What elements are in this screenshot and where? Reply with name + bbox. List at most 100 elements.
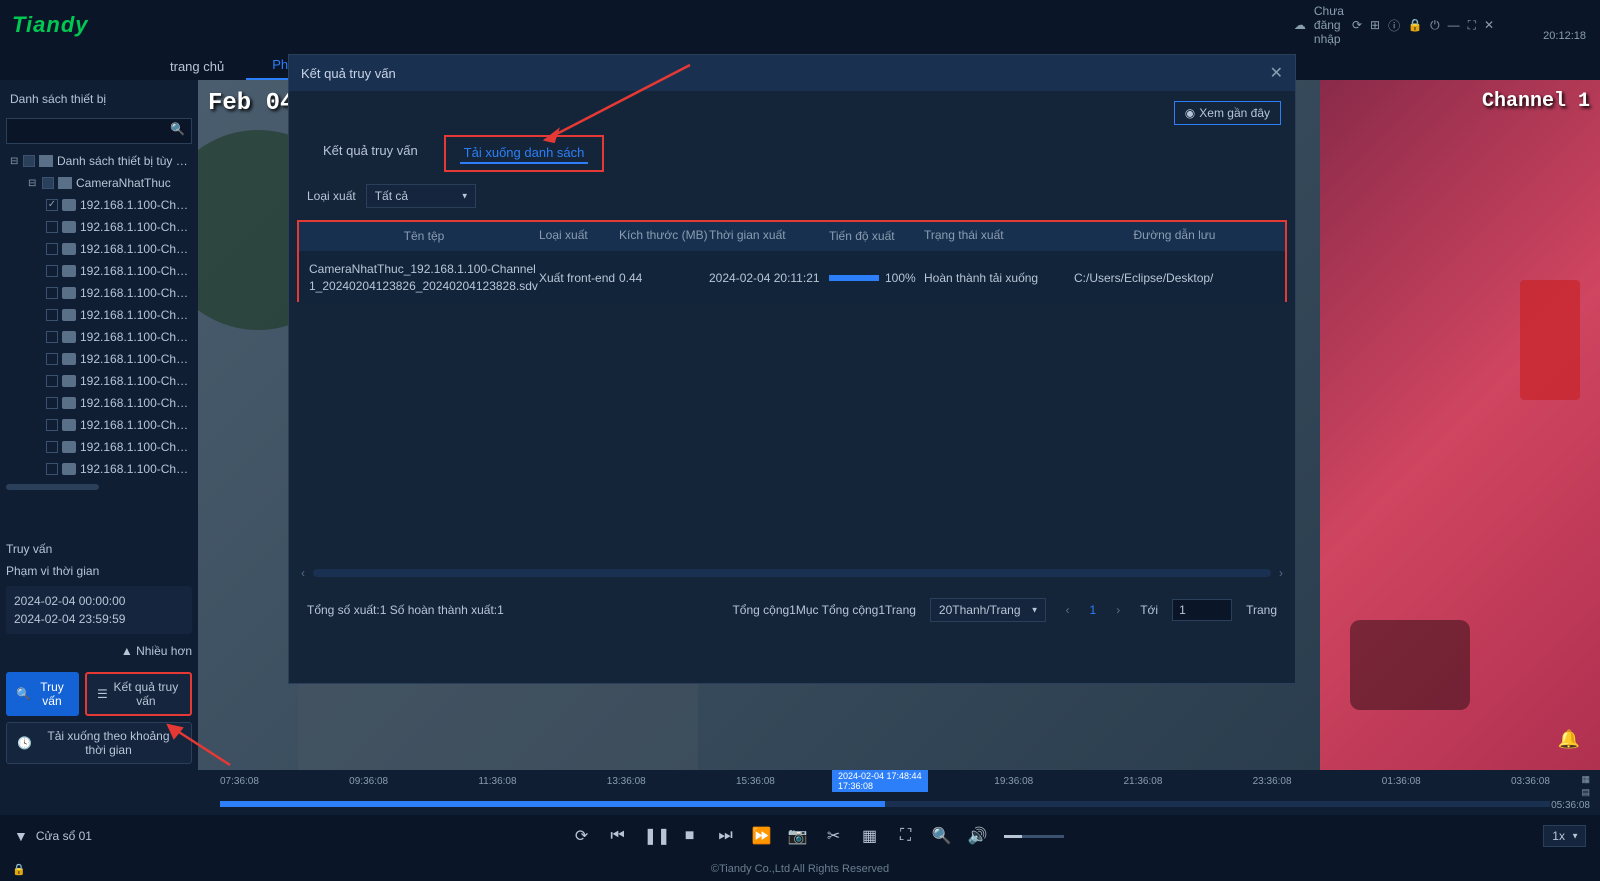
modal-header: Kết quả truy vấn ✕ [289,55,1295,91]
power-icon[interactable]: ⏻ [1430,18,1440,32]
chevron-down-icon: ▼ [461,192,469,201]
tree-channel[interactable]: 192.168.1.100-Channel [6,282,192,304]
info-icon[interactable]: ⓘ [1388,18,1400,32]
tab-home[interactable]: trang chủ [150,53,244,80]
login-status-text: Chưa đăng nhập [1314,4,1344,46]
tree-channel[interactable]: 192.168.1.100-Channel [6,260,192,282]
chevron-down-icon[interactable]: ⊟ [28,178,38,189]
tree-channel[interactable]: 192.168.1.100-Channel [6,348,192,370]
close-icon[interactable]: ✕ [1270,63,1283,83]
snapshot-icon[interactable]: 📷 [788,826,808,846]
tree-channel[interactable]: 192.168.1.100-Channel [6,216,192,238]
tab-query-results[interactable]: Kết quả truy vấn [307,135,434,172]
tree-channel[interactable]: 192.168.1.100-Channel [6,326,192,348]
tree-checkbox[interactable] [46,419,58,431]
zoom-icon[interactable]: 🔍 [932,826,952,846]
recent-button[interactable]: ◉Xem gần đây [1174,101,1281,125]
fullscreen-icon[interactable]: ⛶ [896,827,916,845]
current-page[interactable]: 1 [1090,603,1097,617]
bell-icon[interactable]: 🔔 [1558,729,1580,750]
tree-group[interactable]: ⊟ CameraNhatThuc [6,172,192,194]
refresh-icon[interactable]: ⟳ [572,826,592,846]
timeline-marker[interactable]: 2024-02-04 17:48:44 17:36:08 [832,770,928,792]
search-input[interactable] [6,118,192,144]
scrollbar-horizontal[interactable] [6,484,99,490]
scroll-left-icon[interactable]: ‹ [301,566,305,580]
chevron-down-icon[interactable]: ⊟ [10,156,19,167]
speed-select[interactable]: 1x▼ [1543,825,1586,847]
tree-checkbox[interactable] [46,221,58,233]
modal-title: Kết quả truy vấn [301,66,396,81]
scroll-right-icon[interactable]: › [1279,566,1283,580]
screen-icon[interactable]: ⊞ [1370,18,1380,32]
tree-checkbox[interactable] [46,463,58,475]
next-page-icon[interactable]: › [1110,603,1126,617]
tree-checkbox[interactable] [46,265,58,277]
tree-checkbox[interactable] [46,243,58,255]
channel-label: 192.168.1.100-Channel [80,352,190,366]
maximize-icon[interactable]: ⛶ [1468,18,1476,32]
tree-channel[interactable]: 192.168.1.100-Channel [6,238,192,260]
tree-channel[interactable]: 192.168.1.100-Channel [6,304,192,326]
camera-icon [62,243,76,255]
tree-checkbox[interactable] [46,375,58,387]
download-range-button[interactable]: 🕓Tải xuống theo khoảng thời gian [6,722,192,764]
video-pane-right[interactable]: Channel 1 🔔 [1320,80,1600,770]
volume-icon[interactable]: 🔊 [968,826,988,846]
tree-channel[interactable]: 192.168.1.100-Channel [6,392,192,414]
results-button[interactable]: ☰Kết quả truy vấn [85,672,192,716]
sync-icon[interactable]: ⟳ [1352,18,1362,32]
pause-icon[interactable]: ❚❚ [644,826,664,846]
scroll-track[interactable] [313,569,1271,577]
timeline-track[interactable] [220,801,1550,807]
tree-root[interactable]: ⊟ Danh sách thiết bị tùy chỉnh [6,150,192,172]
tree-checkbox[interactable] [23,155,35,167]
tree-channel[interactable]: 192.168.1.100-Channel [6,414,192,436]
list-icon: ☰ [97,687,108,701]
tree-checkbox[interactable] [46,199,58,211]
lock-small-icon: 🔒 [12,863,26,876]
minimize-icon[interactable]: — [1448,18,1460,32]
fast-fwd-icon[interactable]: ⏩ [752,826,772,846]
grid-icon[interactable]: ▦ [860,826,880,846]
stop-icon[interactable]: ■ [680,827,700,845]
tree-channel[interactable]: 192.168.1.100-Channel [6,194,192,216]
grid2-icon[interactable]: ▤ [1581,787,1590,798]
tree-channel[interactable]: 192.168.1.100-Channel [6,458,192,480]
sidebar: Danh sách thiết bị 🔍 ⊟ Danh sách thiết b… [0,80,198,770]
goto-page-input[interactable] [1172,599,1232,621]
volume-slider[interactable] [1004,835,1064,838]
tree-channel[interactable]: 192.168.1.100-Channel [6,370,192,392]
tree-channel[interactable]: 192.168.1.100-Channel [6,436,192,458]
step-fwd-icon[interactable]: ⏭ [716,827,736,845]
step-back-icon[interactable]: ⏮ [608,827,628,845]
export-type-select[interactable]: Tất cả ▼ [366,184,476,208]
tree-checkbox[interactable] [46,309,58,321]
tree-checkbox[interactable] [46,331,58,343]
table-row[interactable]: CameraNhatThuc_192.168.1.100-Channel1_20… [299,251,1285,305]
camera-icon [62,353,76,365]
tree-checkbox[interactable] [42,177,54,189]
camera-icon [62,265,76,277]
timeline[interactable]: 07:36:0809:36:0811:36:0813:36:0815:36:08… [0,770,1600,815]
tree-checkbox[interactable] [46,353,58,365]
camera-icon [62,397,76,409]
lock-icon[interactable]: 🔒 [1408,18,1422,32]
tab-download-list[interactable]: Tải xuống danh sách [460,143,589,164]
prev-page-icon[interactable]: ‹ [1060,603,1076,617]
search-icon[interactable]: 🔍 [170,122,188,140]
filter-icon[interactable]: ▼ [14,828,28,844]
tree-checkbox[interactable] [46,287,58,299]
more-toggle[interactable]: ▲ Nhiều hơn [6,638,192,664]
h-scrollbar[interactable]: ‹ › [289,562,1295,584]
query-button[interactable]: 🔍Truy vấn [6,672,79,716]
timeline-layout-icons[interactable]: ▦ ▤ [1581,774,1590,798]
col-progress: Tiến độ xuất [829,228,924,245]
grid1-icon[interactable]: ▦ [1581,774,1590,785]
per-page-select[interactable]: 20Thanh/Trang▼ [930,598,1046,622]
tree-checkbox[interactable] [46,441,58,453]
tree-checkbox[interactable] [46,397,58,409]
cut-icon[interactable]: ✂ [824,826,844,846]
date-range[interactable]: 2024-02-04 00:00:00 2024-02-04 23:59:59 [6,586,192,634]
close-window-icon[interactable]: ✕ [1484,18,1494,32]
